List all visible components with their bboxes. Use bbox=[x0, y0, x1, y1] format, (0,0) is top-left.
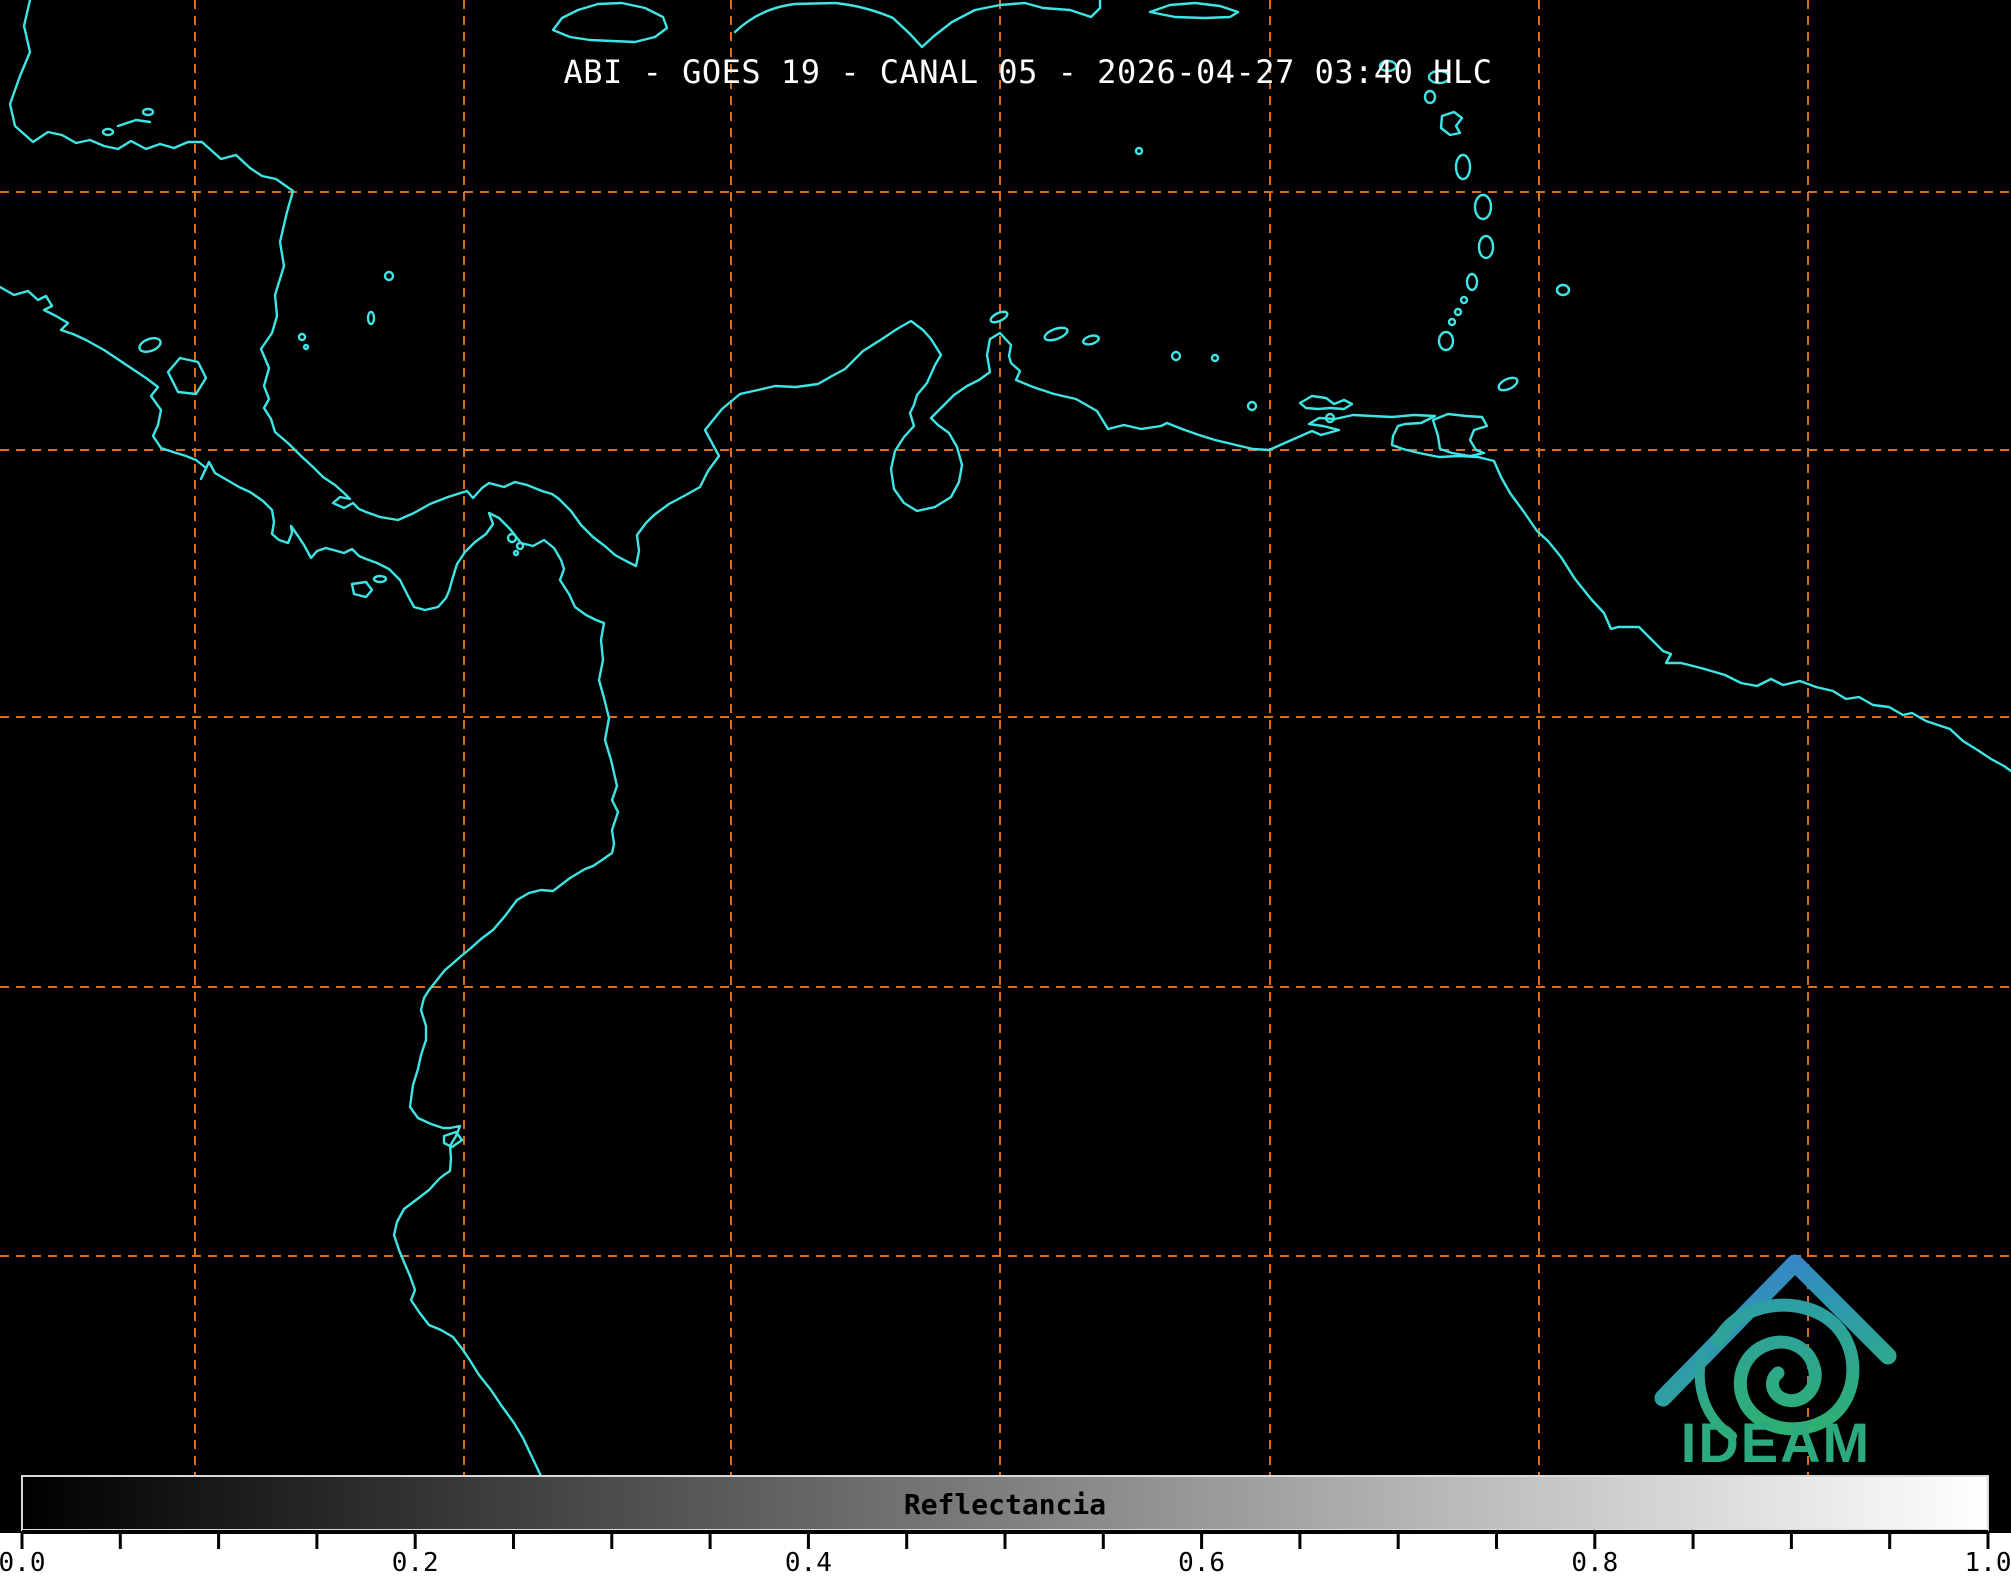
colorbar-tick bbox=[610, 1533, 613, 1549]
colorbar-tick bbox=[1495, 1533, 1498, 1549]
colorbar-tick bbox=[512, 1533, 515, 1549]
colorbar-tick bbox=[315, 1533, 318, 1549]
colorbar-tick bbox=[709, 1533, 712, 1549]
colorbar-tick-label: 0.4 bbox=[785, 1548, 832, 1577]
colorbar-tick bbox=[1397, 1533, 1400, 1549]
colorbar-tick bbox=[1888, 1533, 1891, 1549]
colorbar-tick bbox=[1102, 1533, 1105, 1549]
colorbar-tick bbox=[807, 1533, 810, 1549]
colorbar-tick bbox=[414, 1533, 417, 1549]
colorbar-tick-label: 0.2 bbox=[392, 1548, 439, 1577]
colorbar-tick bbox=[217, 1533, 220, 1549]
goes-satellite-figure: IDEAM ABI - GOES 19 - CANAL 05 - 2026-04… bbox=[0, 0, 2011, 1577]
ideam-logo-text: IDEAM bbox=[1681, 1411, 1871, 1474]
colorbar-tick-label: 0.0 bbox=[0, 1548, 45, 1577]
map-background bbox=[0, 0, 2011, 1533]
satellite-image-viewport: IDEAM ABI - GOES 19 - CANAL 05 - 2026-04… bbox=[0, 0, 2011, 1577]
colorbar-tick bbox=[1790, 1533, 1793, 1549]
colorbar-tick bbox=[1298, 1533, 1301, 1549]
colorbar-tick-label: 0.6 bbox=[1178, 1548, 1225, 1577]
colorbar-tick-label: 1.0 bbox=[1965, 1548, 2011, 1577]
colorbar-tick bbox=[1692, 1533, 1695, 1549]
colorbar-tick bbox=[1200, 1533, 1203, 1549]
colorbar-label: Reflectancia bbox=[904, 1488, 1106, 1521]
colorbar-tick bbox=[1004, 1533, 1007, 1549]
colorbar-tick bbox=[119, 1533, 122, 1549]
colorbar-tick bbox=[1593, 1533, 1596, 1549]
colorbar-tick bbox=[21, 1533, 24, 1549]
image-title: ABI - GOES 19 - CANAL 05 - 2026-04-27 03… bbox=[564, 53, 1493, 91]
colorbar-tick bbox=[1987, 1533, 1990, 1549]
colorbar-tick-label: 0.8 bbox=[1571, 1548, 1618, 1577]
colorbar-tick bbox=[905, 1533, 908, 1549]
